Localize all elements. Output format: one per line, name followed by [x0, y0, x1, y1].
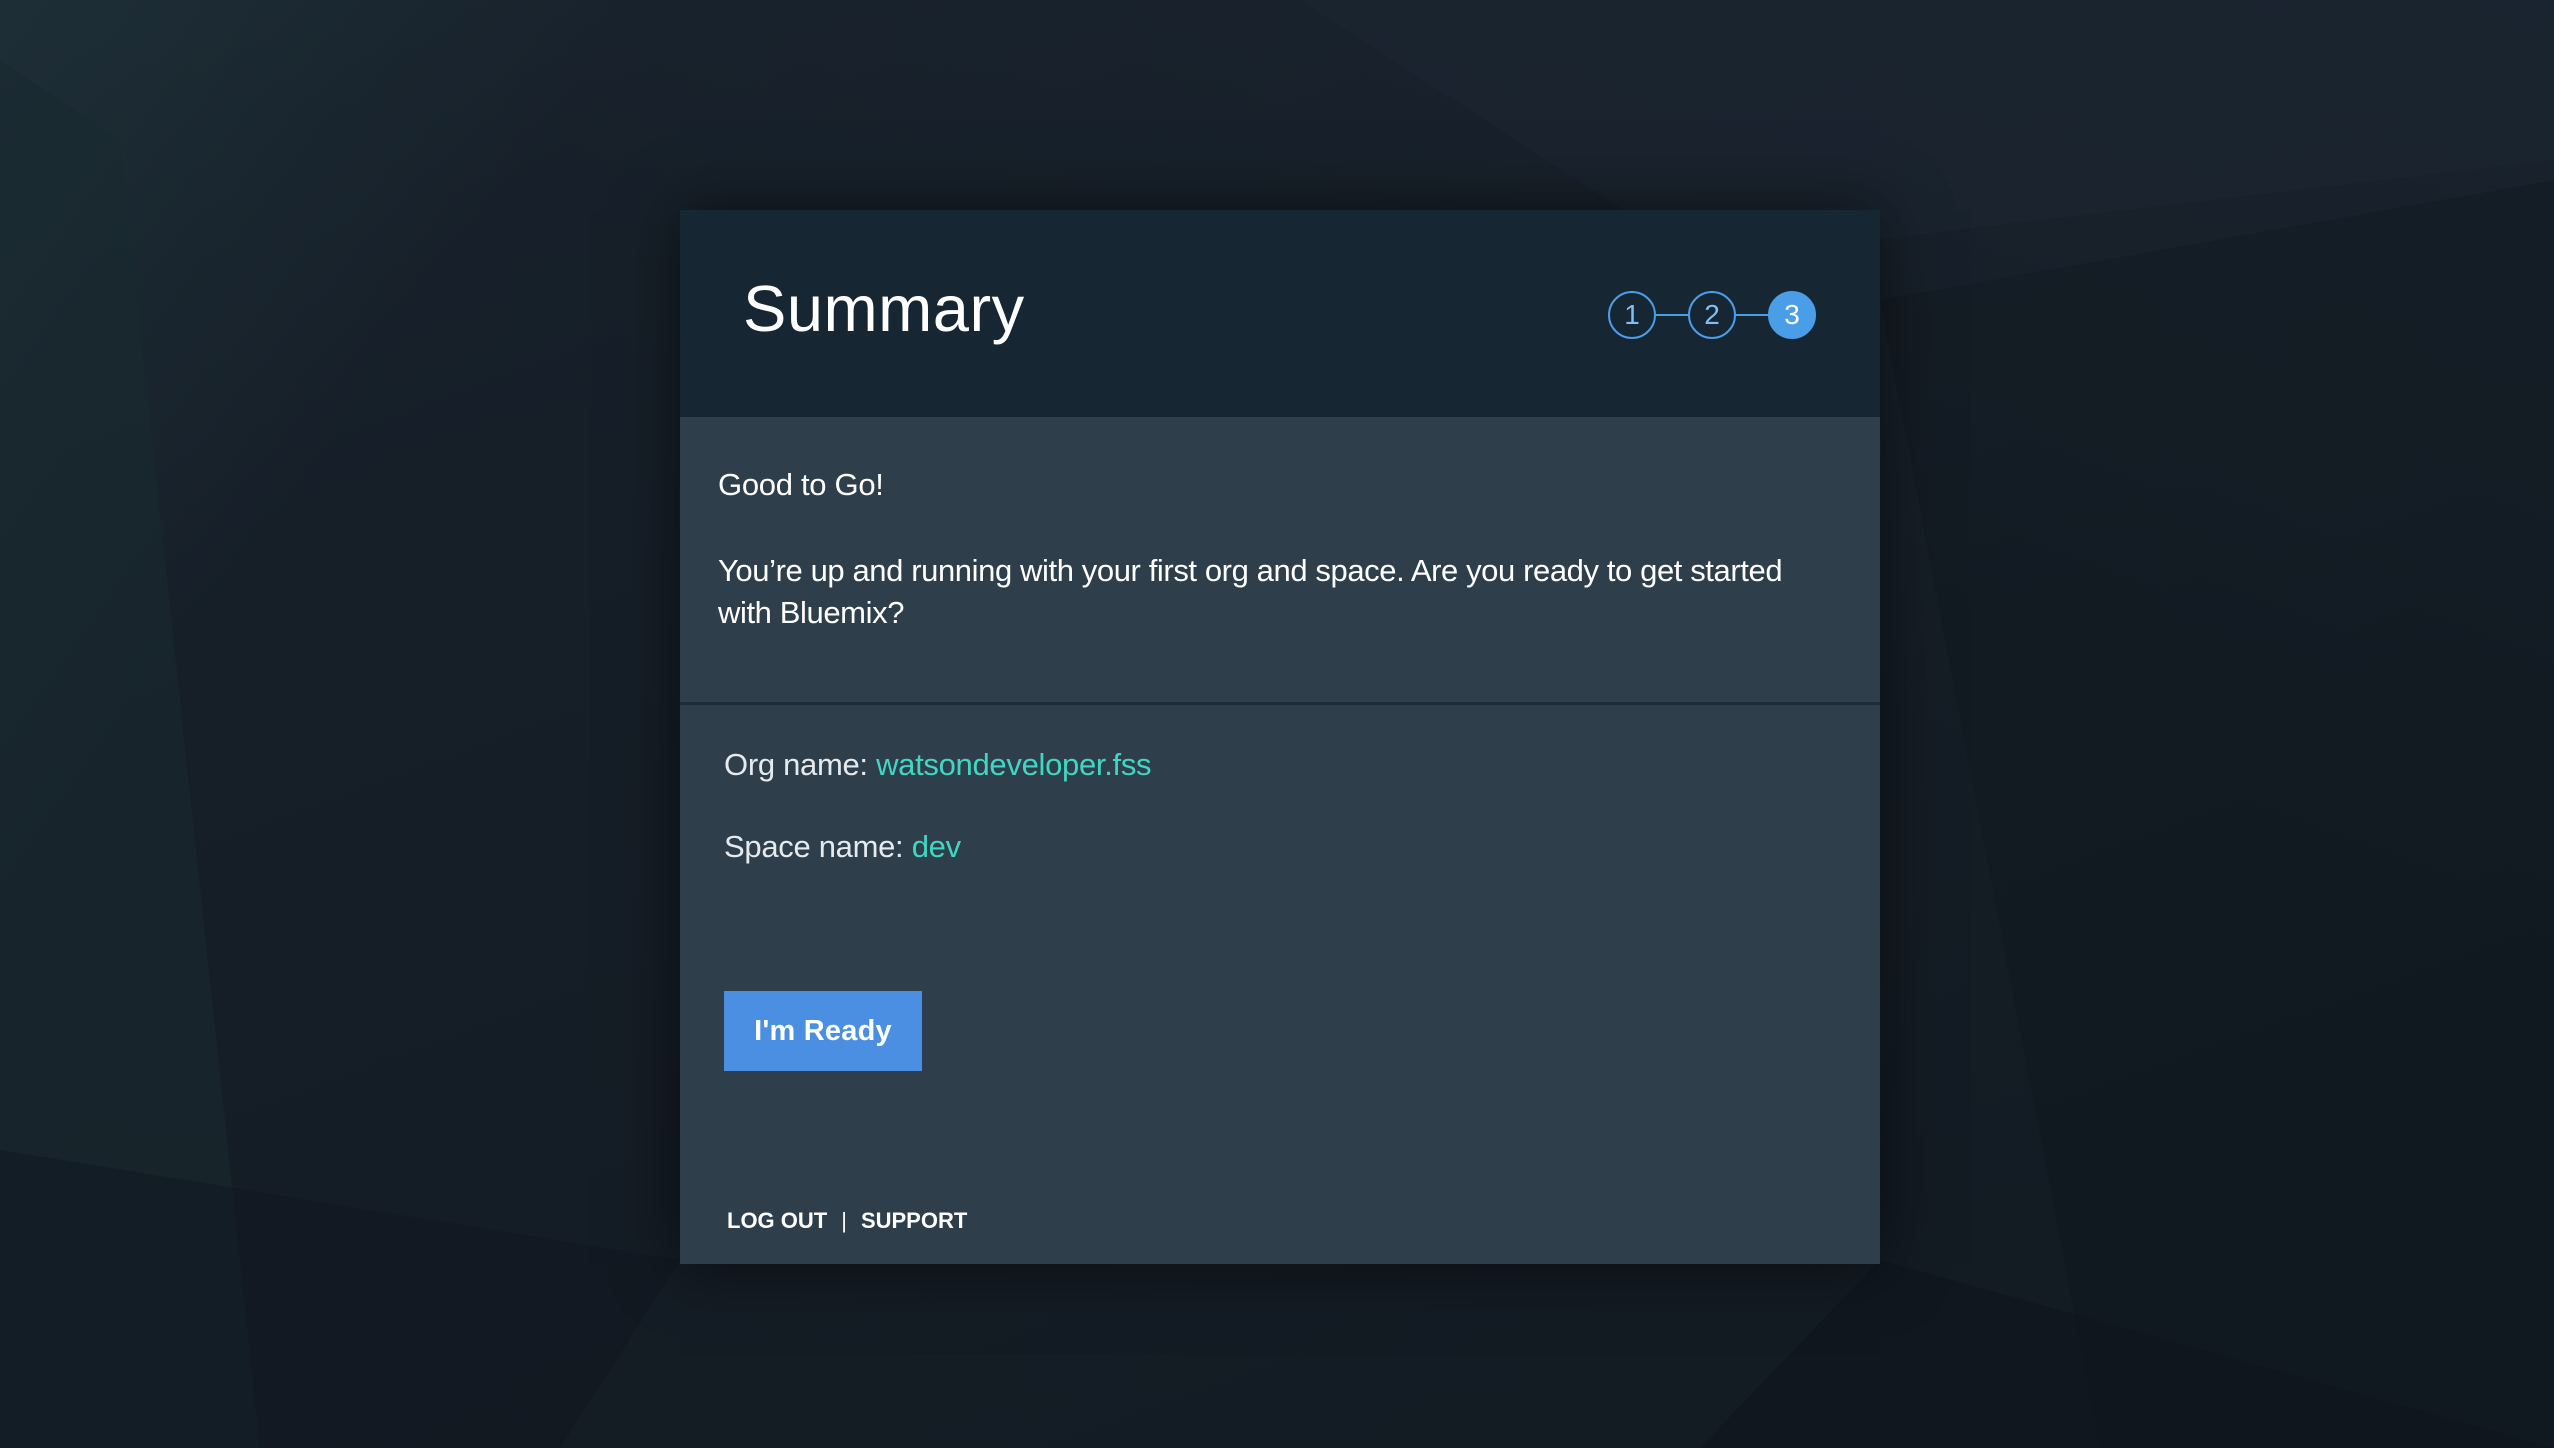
logout-link[interactable]: LOG OUT	[727, 1208, 827, 1234]
space-label: Space name:	[724, 829, 912, 864]
org-value: watsondeveloper.fss	[876, 747, 1152, 782]
org-label: Org name:	[724, 747, 877, 782]
space-row: Space name: dev	[724, 829, 1836, 865]
footer-links: LOG OUT | SUPPORT	[727, 1208, 967, 1234]
details-section: Org name: watsondeveloper.fss Space name…	[680, 705, 1880, 865]
summary-dialog: Summary 1 2 3 Good to Go! You’re up and …	[680, 210, 1880, 1264]
step-1: 1	[1608, 291, 1656, 339]
step-connector	[1656, 314, 1688, 316]
step-indicator: 1 2 3	[1608, 291, 1816, 339]
status-message: You’re up and running with your first or…	[718, 553, 1783, 630]
step-2: 2	[1688, 291, 1736, 339]
dialog-header: Summary 1 2 3	[680, 210, 1880, 417]
step-3: 3	[1768, 291, 1816, 339]
step-connector	[1736, 314, 1768, 316]
intro-section: Good to Go! You’re up and running with y…	[680, 417, 1880, 705]
support-link[interactable]: SUPPORT	[861, 1208, 967, 1234]
footer-separator: |	[841, 1208, 847, 1233]
ready-button[interactable]: I'm Ready	[724, 991, 922, 1071]
space-value: dev	[911, 829, 961, 864]
page-title: Summary	[743, 272, 1025, 345]
status-heading: Good to Go!	[718, 467, 884, 502]
org-row: Org name: watsondeveloper.fss	[724, 747, 1836, 783]
